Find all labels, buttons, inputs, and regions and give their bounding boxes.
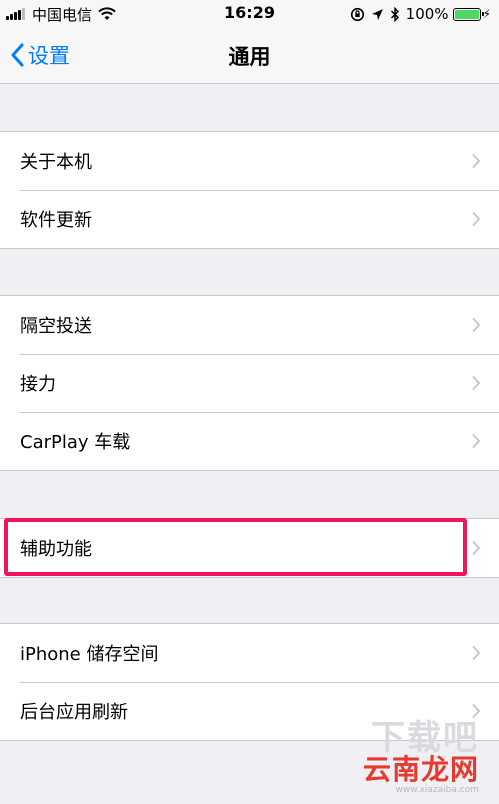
chevron-right-icon <box>472 540 481 556</box>
status-right: 100% ⚡ <box>350 4 491 24</box>
bluetooth-icon <box>390 6 399 22</box>
battery-icon <box>452 7 484 21</box>
row-label: CarPlay 车载 <box>20 432 131 453</box>
row-label: 隔空投送 <box>20 316 92 337</box>
settings-group-accessibility: 辅助功能 <box>0 518 499 578</box>
row-carplay[interactable]: CarPlay 车载 <box>0 412 499 470</box>
row-label: 接力 <box>20 374 56 395</box>
row-accessibility[interactable]: 辅助功能 <box>0 519 499 577</box>
orientation-lock-icon <box>350 7 364 21</box>
row-handoff[interactable]: 接力 <box>0 354 499 412</box>
row-label: 关于本机 <box>20 152 92 173</box>
chevron-right-icon <box>472 375 481 391</box>
watermark-ghost-text: 下载吧 <box>371 718 479 758</box>
row-iphone-storage[interactable]: iPhone 储存空间 <box>0 624 499 682</box>
chevron-right-icon <box>472 703 481 719</box>
row-label: iPhone 储存空间 <box>20 644 159 665</box>
chevron-right-icon <box>472 433 481 449</box>
charging-bolt-icon: ⚡ <box>482 7 491 21</box>
row-label: 软件更新 <box>20 210 92 231</box>
watermark-brand: 云南龙网 <box>362 753 479 786</box>
settings-group-continuity: 隔空投送 接力 CarPlay 车载 <box>0 295 499 471</box>
chevron-right-icon <box>472 153 481 169</box>
chevron-right-icon <box>472 211 481 227</box>
chevron-right-icon <box>472 645 481 661</box>
row-about-device[interactable]: 关于本机 <box>0 132 499 190</box>
battery-percentage: 100% <box>405 5 449 23</box>
page-title: 通用 <box>228 45 271 69</box>
battery-fill <box>454 9 479 19</box>
row-label: 辅助功能 <box>20 539 92 560</box>
row-label: 后台应用刷新 <box>20 702 128 723</box>
settings-group-about: 关于本机 软件更新 <box>0 131 499 249</box>
row-software-update[interactable]: 软件更新 <box>0 190 499 248</box>
chevron-right-icon <box>472 317 481 333</box>
status-bar: 中国电信 16:29 100% ⚡ <box>0 0 499 28</box>
row-airdrop[interactable]: 隔空投送 <box>0 296 499 354</box>
watermark: 下载吧 云南龙网 www.xiazaiba.com <box>363 721 479 796</box>
watermark-url: www.xiazaiba.com <box>395 785 479 795</box>
navigation-bar: 设置 通用 <box>0 28 499 84</box>
location-icon <box>371 8 383 20</box>
